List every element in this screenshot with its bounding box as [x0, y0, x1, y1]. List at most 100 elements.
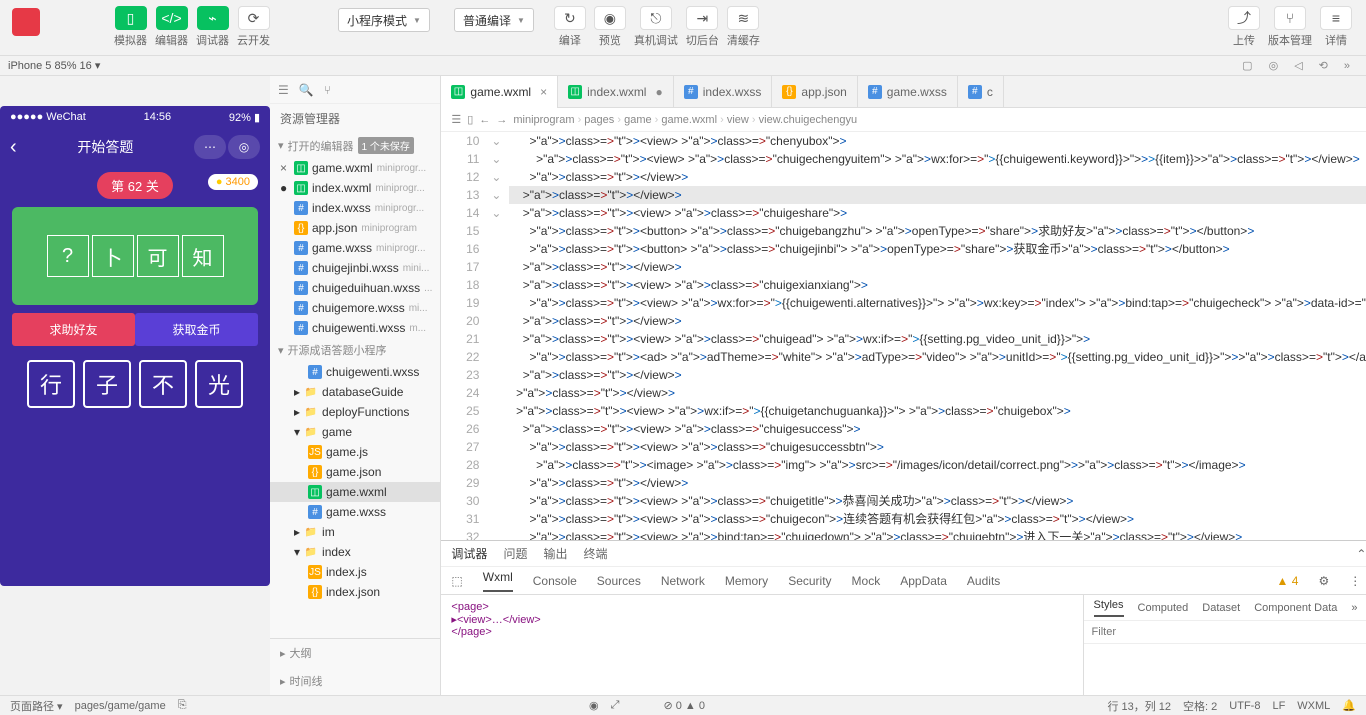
problems-count[interactable]: ⊘ 0 ▲ 0	[663, 699, 705, 712]
collapse-icon[interactable]: ⌃	[1356, 547, 1366, 561]
open-editor-item[interactable]: #chuigemore.wxss mi...	[270, 298, 440, 318]
dt-tab-terminal[interactable]: 终端	[583, 545, 607, 562]
sim-record-icon[interactable]: ◎	[1269, 59, 1279, 72]
tab-mock[interactable]: Mock	[852, 574, 881, 588]
editor-tab[interactable]: #game.wxss	[858, 76, 958, 108]
tree-item[interactable]: #game.wxss	[270, 502, 440, 522]
simulator-toggle[interactable]: ▯模拟器	[112, 4, 149, 50]
editor-tab[interactable]: #index.wxss	[674, 76, 773, 108]
tab-wxml[interactable]: Wxml	[483, 570, 513, 592]
answer-cell[interactable]: 可	[137, 235, 179, 277]
stab-compdata[interactable]: Component Data	[1254, 602, 1337, 614]
stab-computed[interactable]: Computed	[1138, 602, 1189, 614]
tree-item[interactable]: ▸ 📁databaseGuide	[270, 382, 440, 402]
indent-info[interactable]: 空格: 2	[1183, 698, 1217, 714]
bookmark-icon[interactable]: ☰	[451, 113, 461, 126]
open-editor-item[interactable]: #chuigewenti.wxss m...	[270, 318, 440, 338]
copy-icon[interactable]: ⎘	[178, 699, 187, 712]
compile-button[interactable]: ↻编译	[552, 4, 588, 50]
open-editor-item[interactable]: {}app.json miniprogram	[270, 218, 440, 238]
bell-icon[interactable]: 🔔	[1342, 699, 1356, 712]
tree-item[interactable]: JSgame.js	[270, 442, 440, 462]
eol-info[interactable]: LF	[1272, 700, 1285, 712]
option-cell[interactable]: 行	[27, 360, 75, 408]
search-icon[interactable]: 🔍	[299, 83, 314, 97]
tab-audits[interactable]: Audits	[967, 574, 1000, 588]
help-button[interactable]: 求助好友	[12, 313, 135, 346]
remote-debug-button[interactable]: ⎋真机调试	[632, 4, 680, 50]
capsule-menu[interactable]: ⋯	[194, 135, 226, 159]
wxml-tree[interactable]: <page> ▸<view>…</view> </page>	[441, 595, 1082, 695]
answer-cell[interactable]: 知	[182, 235, 224, 277]
timeline-header[interactable]: ▸ 时间线	[270, 667, 440, 695]
open-editor-item[interactable]: #chuigejinbi.wxss mini...	[270, 258, 440, 278]
more-icon[interactable]: ⋮	[1349, 574, 1361, 588]
bookmark-icon[interactable]: ▯	[467, 113, 473, 126]
sim-home-icon[interactable]: ▢	[1242, 59, 1252, 72]
sim-more-icon[interactable]: »	[1344, 60, 1350, 72]
tree-item[interactable]: {}game.json	[270, 462, 440, 482]
dt-tab-output[interactable]: 输出	[543, 545, 567, 562]
preview-button[interactable]: ◉预览	[592, 4, 628, 50]
project-header[interactable]: ▾ 开源成语答题小程序	[270, 338, 440, 362]
editor-toggle[interactable]: </>编辑器	[153, 4, 190, 50]
open-editor-item[interactable]: #game.wxss miniprogr...	[270, 238, 440, 258]
open-editor-item[interactable]: ◫game.wxml miniprogr...	[270, 158, 440, 178]
lang-info[interactable]: WXML	[1297, 700, 1330, 712]
style-filter-input[interactable]	[1084, 621, 1358, 643]
tab-network[interactable]: Network	[661, 574, 705, 588]
branch-icon[interactable]: ⑂	[324, 83, 331, 97]
nav-back-icon[interactable]: ←	[479, 114, 490, 126]
inspect-icon[interactable]: ⬚	[451, 574, 462, 588]
sim-rotate-icon[interactable]: ⟲	[1319, 59, 1328, 72]
editor-tab[interactable]: #c	[958, 76, 1004, 108]
open-editor-item[interactable]: #chuigeduihuan.wxss ...	[270, 278, 440, 298]
cls-toggle[interactable]: .cls	[1358, 621, 1366, 643]
encoding-info[interactable]: UTF-8	[1229, 700, 1260, 712]
background-button[interactable]: ⇥切后台	[684, 4, 721, 50]
list-icon[interactable]: ☰	[278, 83, 289, 97]
tree-item[interactable]: ▸ 📁deployFunctions	[270, 402, 440, 422]
answer-cell[interactable]: ?	[47, 235, 89, 277]
settings-icon[interactable]: ⚙	[1318, 574, 1329, 588]
editor-tab[interactable]: {}app.json	[772, 76, 857, 108]
expand-icon[interactable]: ⤢	[611, 699, 620, 712]
tree-item[interactable]: ▾ 📁index	[270, 542, 440, 562]
debugger-toggle[interactable]: ⌁调试器	[194, 4, 231, 50]
getcoin-button[interactable]: 获取金币	[135, 313, 258, 346]
sim-mute-icon[interactable]: ◁	[1294, 59, 1302, 72]
tree-item[interactable]: ▸ 📁im	[270, 522, 440, 542]
capsule-close[interactable]: ◎	[228, 135, 260, 159]
code-editor[interactable]: 1011121314151617181920212223242526272829…	[441, 132, 1366, 540]
tree-item[interactable]: ◫game.wxml	[270, 482, 440, 502]
nav-fwd-icon[interactable]: →	[496, 114, 507, 126]
clear-cache-button[interactable]: ≋清缓存	[725, 4, 762, 50]
answer-cell[interactable]: 卜	[92, 235, 134, 277]
tab-memory[interactable]: Memory	[725, 574, 768, 588]
eye-icon[interactable]: ◉	[589, 699, 599, 712]
version-button[interactable]: ⑂版本管理	[1266, 4, 1314, 50]
tab-security[interactable]: Security	[788, 574, 831, 588]
stab-styles[interactable]: Styles	[1094, 599, 1124, 617]
open-editor-item[interactable]: #index.wxss miniprogr...	[270, 198, 440, 218]
tree-item[interactable]: ▾ 📁game	[270, 422, 440, 442]
dt-tab-problems[interactable]: 问题	[503, 545, 527, 562]
back-button[interactable]: ‹	[10, 136, 17, 159]
mode-select[interactable]: 小程序模式	[338, 8, 430, 32]
open-editor-item[interactable]: ◫index.wxml miniprogr...	[270, 178, 440, 198]
detail-button[interactable]: ≡详情	[1318, 4, 1354, 50]
tree-item[interactable]: {}index.json	[270, 582, 440, 602]
cloud-dev[interactable]: ⟳云开发	[235, 4, 272, 50]
cursor-pos[interactable]: 行 13，列 12	[1107, 698, 1171, 714]
tab-console[interactable]: Console	[533, 574, 577, 588]
stab-dataset[interactable]: Dataset	[1202, 602, 1240, 614]
coin-badge[interactable]: 3400	[208, 174, 258, 190]
dt-tab-debugger[interactable]: 调试器	[451, 545, 487, 562]
editor-tab[interactable]: ◫index.wxml●	[558, 76, 674, 108]
option-cell[interactable]: 不	[139, 360, 187, 408]
tree-item[interactable]: #chuigewenti.wxss	[270, 362, 440, 382]
warnings-badge[interactable]: ▲ 4	[1277, 574, 1299, 588]
more-icon[interactable]: »	[1351, 602, 1357, 614]
user-avatar[interactable]	[12, 8, 40, 36]
device-select[interactable]: iPhone 5 85% 16 ▾	[8, 59, 100, 72]
